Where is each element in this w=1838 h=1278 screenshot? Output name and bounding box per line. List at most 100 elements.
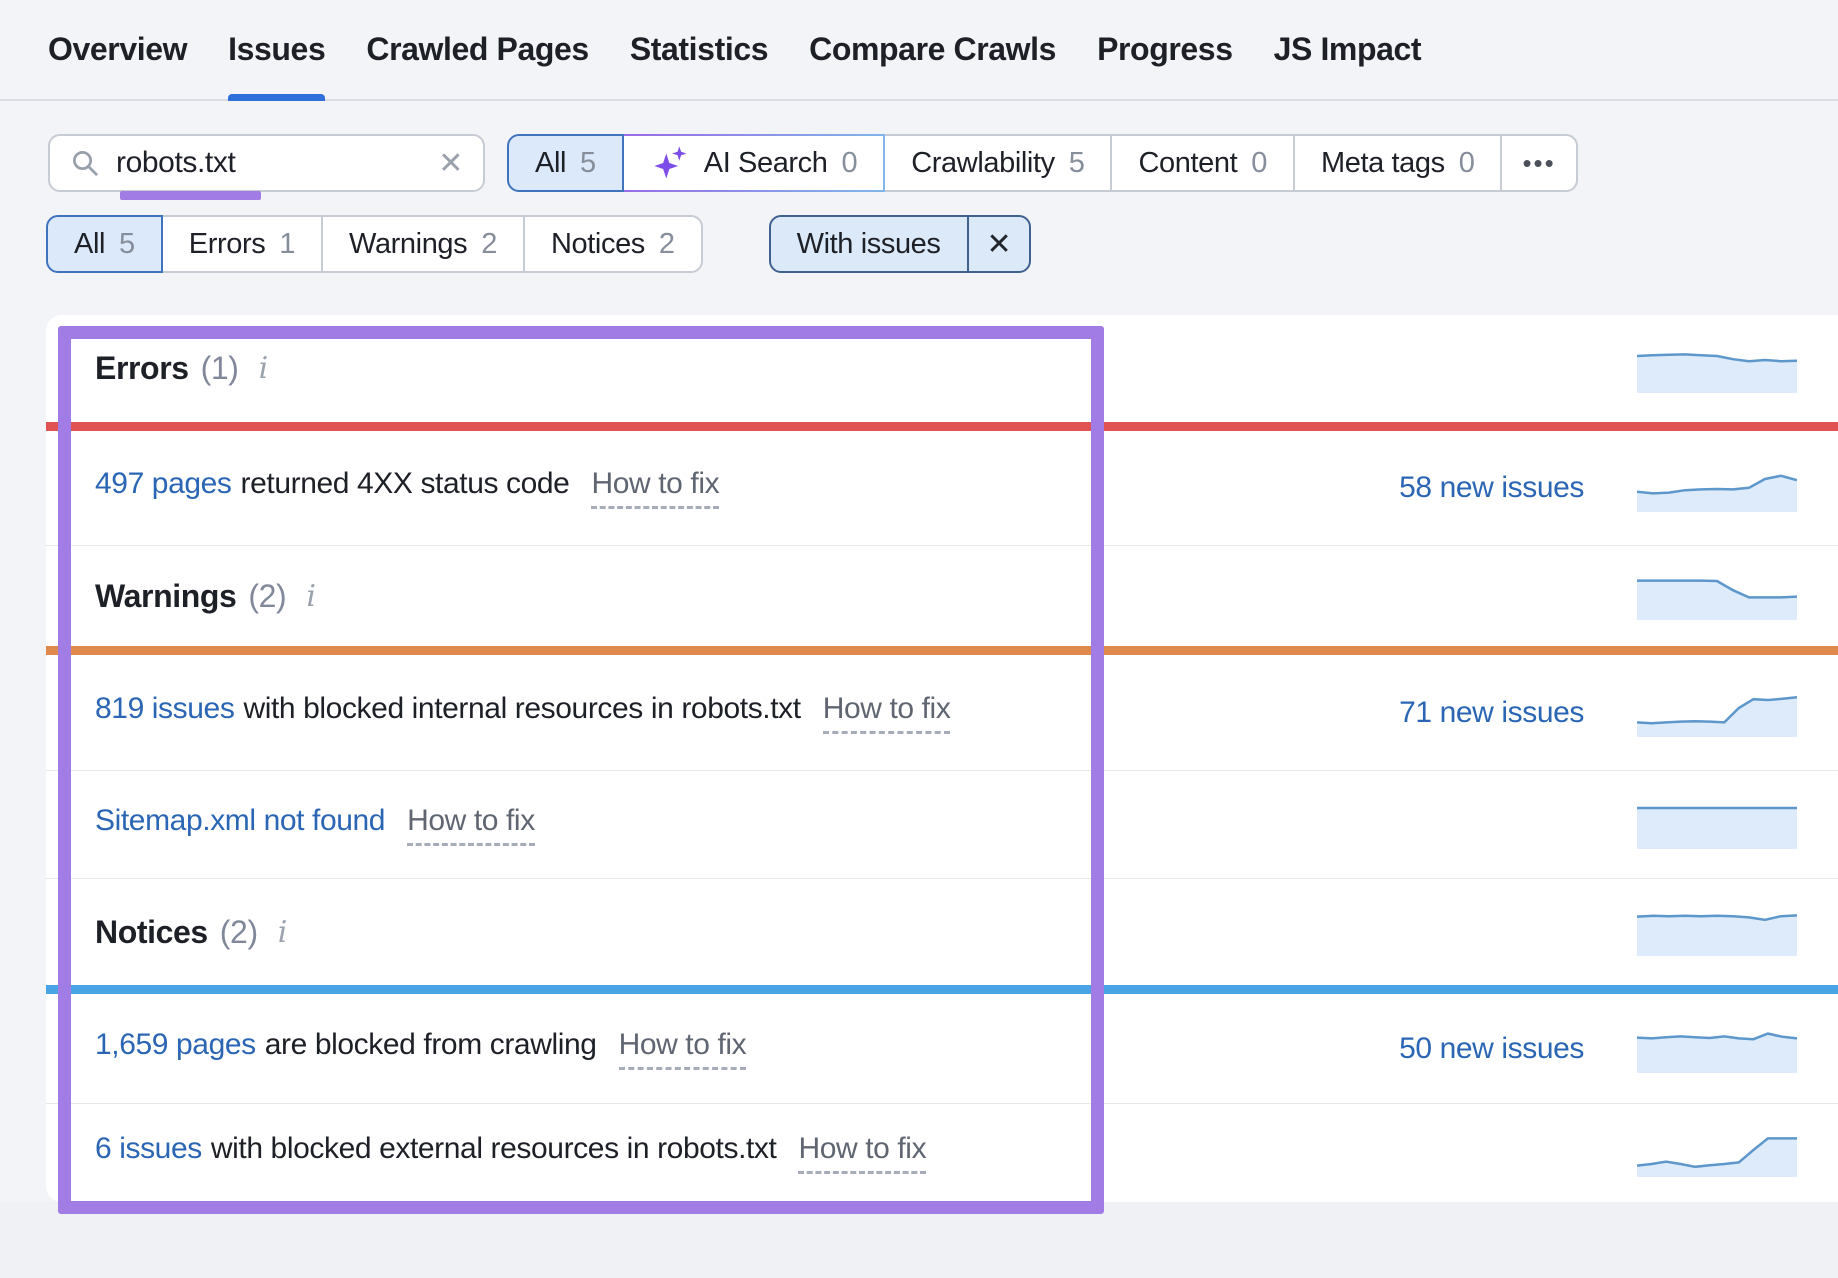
issue-text: Sitemap.xml not found How to fix	[95, 804, 1372, 846]
section-header-notices: Notices (2) i	[46, 879, 1838, 985]
issue-search-box[interactable]: ✕	[48, 134, 485, 192]
tab-overview[interactable]: Overview	[48, 0, 187, 99]
chip-count: 5	[580, 147, 596, 180]
issue-description: are blocked from crawling	[265, 1028, 597, 1062]
ai-sparkle-icon	[650, 144, 692, 182]
errors-severity-bar	[46, 422, 1838, 431]
search-icon	[70, 148, 100, 178]
notices-trend-sparkline	[1637, 908, 1797, 956]
section-title: Warnings	[95, 578, 236, 615]
chip-label: Warnings	[349, 228, 467, 261]
category-chip-group: All 5 AI Search 0 Crawlability 5 Content…	[507, 134, 1578, 192]
section-count: (2)	[220, 914, 258, 951]
chip-count: 2	[659, 228, 675, 261]
tab-progress[interactable]: Progress	[1097, 0, 1233, 99]
issue-description: with blocked external resources in robot…	[211, 1132, 777, 1166]
tab-label: Progress	[1097, 31, 1233, 68]
issues-list-card: Errors (1) i 497 pages returned 4XX stat…	[46, 315, 1838, 1202]
chip-label: Meta tags	[1321, 147, 1445, 180]
tab-label: Overview	[48, 31, 187, 68]
issue-row-sitemap-not-found: Sitemap.xml not found How to fix	[46, 771, 1838, 878]
issue-link[interactable]: 819 issues	[95, 692, 234, 726]
issue-row-blocked-external: 6 issues with blocked external resources…	[46, 1104, 1838, 1202]
with-issues-filter-chip[interactable]: With issues ✕	[769, 215, 1032, 273]
filter-row-severity: All 5 Errors 1 Warnings 2 Notices 2 With…	[46, 215, 1031, 273]
chip-label: All	[535, 147, 566, 180]
tab-crawled-pages[interactable]: Crawled Pages	[366, 0, 588, 99]
info-icon[interactable]: i	[278, 915, 287, 950]
info-icon[interactable]: i	[259, 351, 268, 386]
chip-content[interactable]: Content 0	[1110, 134, 1295, 192]
new-issues-link[interactable]: 58 new issues	[1372, 471, 1584, 505]
how-to-fix-link[interactable]: How to fix	[619, 1028, 747, 1070]
chip-meta-tags[interactable]: Meta tags 0	[1293, 134, 1502, 192]
how-to-fix-link[interactable]: How to fix	[591, 467, 719, 509]
chip-label: Notices	[551, 228, 645, 261]
tab-label: Issues	[228, 31, 325, 68]
issue-link[interactable]: 6 issues	[95, 1132, 202, 1166]
issue-description: with blocked internal resources in robot…	[243, 692, 800, 726]
chip-all-severities[interactable]: All 5	[46, 215, 163, 273]
chip-label: Content	[1138, 147, 1237, 180]
chip-count: 1	[279, 228, 295, 261]
issue-text: 6 issues with blocked external resources…	[95, 1132, 1372, 1174]
page-footer-area	[0, 1202, 1838, 1278]
issue-description: returned 4XX status code	[241, 467, 570, 501]
annotation-underline-robots-txt	[120, 191, 261, 200]
issue-link[interactable]: Sitemap.xml not found	[95, 804, 385, 838]
ellipsis-icon: •••	[1522, 148, 1555, 179]
chip-count: 0	[1251, 147, 1267, 180]
issue-text: 497 pages returned 4XX status code How t…	[95, 467, 1372, 509]
new-issues-link[interactable]: 50 new issues	[1372, 1032, 1584, 1066]
chip-all-categories[interactable]: All 5	[507, 134, 624, 192]
site-audit-issues-page: Overview Issues Crawled Pages Statistics…	[0, 0, 1838, 1278]
top-nav: Overview Issues Crawled Pages Statistics…	[0, 0, 1838, 101]
chip-count: 5	[1069, 147, 1085, 180]
issue-trend-sparkline	[1637, 1129, 1797, 1177]
clear-search-icon[interactable]: ✕	[436, 146, 465, 181]
section-count: (2)	[248, 578, 286, 615]
notices-severity-bar	[46, 985, 1838, 994]
tab-label: Statistics	[630, 31, 768, 68]
issue-link[interactable]: 1,659 pages	[95, 1028, 256, 1062]
tab-label: Crawled Pages	[366, 31, 588, 68]
tab-issues[interactable]: Issues	[228, 0, 325, 99]
tab-label: Compare Crawls	[809, 31, 1056, 68]
section-count: (1)	[201, 350, 239, 387]
section-title: Notices	[95, 914, 208, 951]
errors-trend-sparkline	[1637, 345, 1797, 393]
remove-with-issues-filter-button[interactable]: ✕	[967, 217, 1030, 271]
issue-link[interactable]: 497 pages	[95, 467, 232, 501]
warnings-severity-bar	[46, 646, 1838, 655]
chip-warnings[interactable]: Warnings 2	[321, 215, 525, 273]
new-issues-link[interactable]: 71 new issues	[1372, 696, 1584, 730]
more-categories-button[interactable]: •••	[1500, 134, 1577, 192]
search-input[interactable]	[116, 146, 436, 180]
filter-row-categories: ✕ All 5 AI Search 0 Crawlability 5 Conte…	[48, 134, 1578, 192]
issue-trend-sparkline	[1637, 464, 1797, 512]
chip-crawlability[interactable]: Crawlability 5	[883, 134, 1112, 192]
section-title: Errors	[95, 350, 189, 387]
chip-errors[interactable]: Errors 1	[161, 215, 323, 273]
chip-ai-search[interactable]: AI Search 0	[622, 134, 885, 192]
chip-count: 2	[481, 228, 497, 261]
chip-notices[interactable]: Notices 2	[523, 215, 703, 273]
how-to-fix-link[interactable]: How to fix	[823, 692, 951, 734]
chip-count: 0	[1459, 147, 1475, 180]
issue-trend-sparkline	[1637, 689, 1797, 737]
severity-chip-group: All 5 Errors 1 Warnings 2 Notices 2	[46, 215, 703, 273]
how-to-fix-link[interactable]: How to fix	[407, 804, 535, 846]
tab-statistics[interactable]: Statistics	[630, 0, 768, 99]
issue-row-blocked-from-crawling: 1,659 pages are blocked from crawling Ho…	[46, 994, 1838, 1103]
issue-text: 1,659 pages are blocked from crawling Ho…	[95, 1028, 1372, 1070]
tab-label: JS Impact	[1274, 31, 1422, 68]
section-header-errors: Errors (1) i	[46, 315, 1838, 422]
chip-count: 0	[842, 147, 858, 180]
how-to-fix-link[interactable]: How to fix	[798, 1132, 926, 1174]
chip-count: 5	[119, 228, 135, 261]
warnings-trend-sparkline	[1637, 572, 1797, 620]
tab-js-impact[interactable]: JS Impact	[1274, 0, 1422, 99]
section-header-warnings: Warnings (2) i	[46, 546, 1838, 646]
info-icon[interactable]: i	[306, 579, 315, 614]
tab-compare-crawls[interactable]: Compare Crawls	[809, 0, 1056, 99]
